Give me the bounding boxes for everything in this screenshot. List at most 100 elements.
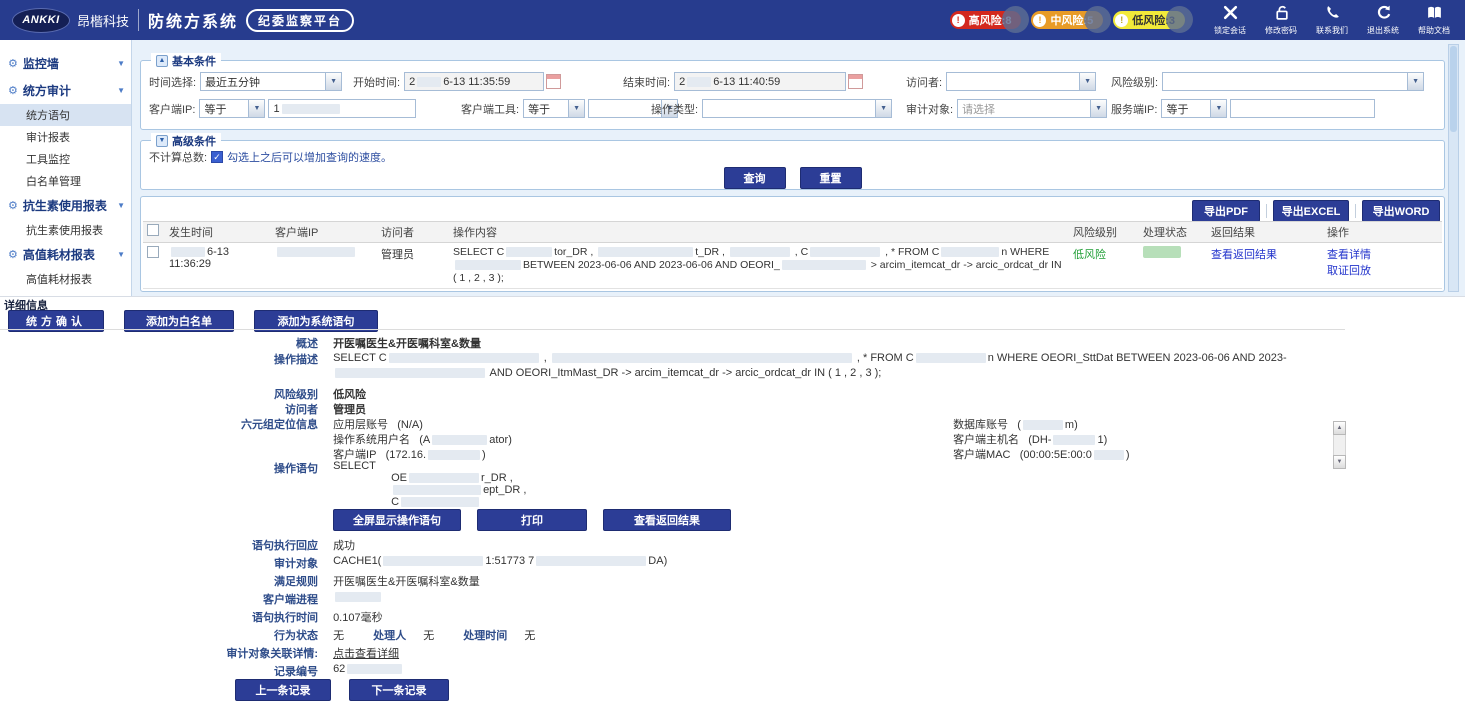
redaction xyxy=(389,353,539,363)
column-header-risk-level[interactable]: 风险级别 xyxy=(1069,222,1139,242)
sidebar-group-antibiotic-report[interactable]: ⚙ 抗生素使用报表 ▼ xyxy=(0,192,131,219)
redaction xyxy=(432,435,487,445)
chevron-down-icon: ▼ xyxy=(325,73,341,90)
sidebar-item-antibiotic-report[interactable]: 抗生素使用报表 xyxy=(0,219,131,241)
table-row[interactable]: 6-13 11:36:29 管理员 SELECT Ctor_DR , t_DR … xyxy=(143,243,1442,289)
exclamation-icon: ! xyxy=(1033,14,1046,27)
high-risk-badge[interactable]: ! 高风险:8 xyxy=(950,11,1022,29)
chevron-down-icon: ▼ xyxy=(1407,73,1423,90)
six-tuple-label: 六元组定位信息 xyxy=(0,416,330,432)
redaction xyxy=(730,247,790,257)
sidebar-item-consumables-report[interactable]: 高值耗材报表 xyxy=(0,268,131,290)
next-record-button[interactable]: 下一条记录 xyxy=(349,679,449,701)
column-header-status[interactable]: 处理状态 xyxy=(1139,222,1207,242)
sidebar-item-tool-monitor[interactable]: 工具监控 xyxy=(0,148,131,170)
row-client-ip xyxy=(271,243,377,288)
sidebar-group-monitor-wall[interactable]: ⚙ 监控墙 ▼ xyxy=(0,50,131,77)
collapse-icon[interactable]: ▼ xyxy=(156,135,168,147)
view-return-result-button[interactable]: 查看返回结果 xyxy=(603,509,731,531)
visitor-label: 访问者 xyxy=(0,401,330,417)
change-password-button[interactable]: 修改密码 xyxy=(1260,4,1302,36)
view-related-detail-link[interactable]: 点击查看详细 xyxy=(333,645,399,661)
redaction xyxy=(536,556,646,566)
os-user-value: (Aator) xyxy=(419,434,512,446)
chevron-down-icon: ▼ xyxy=(1210,100,1226,117)
time-select-dropdown[interactable]: 最近五分钟 ▼ xyxy=(200,72,342,91)
reset-button[interactable]: 重置 xyxy=(800,167,862,189)
contact-us-button[interactable]: 联系我们 xyxy=(1311,4,1353,36)
view-result-link[interactable]: 查看返回结果 xyxy=(1211,249,1277,261)
redaction xyxy=(810,247,880,257)
db-account-value: (m) xyxy=(1017,419,1078,431)
collapse-icon[interactable]: ▲ xyxy=(156,55,168,67)
query-button[interactable]: 查询 xyxy=(724,167,786,189)
gear-icon: ⚙ xyxy=(8,57,18,70)
db-account-label: 数据库账号 xyxy=(953,419,1008,431)
statement-scrollbar[interactable]: ▲ ▼ xyxy=(1333,421,1346,469)
row-sql-content: SELECT Ctor_DR , t_DR , , C , * FROM Cn … xyxy=(449,243,1069,288)
lock-session-button[interactable]: 锁定会话 xyxy=(1209,4,1251,36)
table-header-row: 发生时间 客户端IP 访问者 操作内容 风险级别 处理状态 返回结果 操作 xyxy=(143,221,1442,243)
scroll-up-icon[interactable]: ▲ xyxy=(1333,421,1346,435)
sidebar-group-consumables-report[interactable]: ⚙ 高值耗材报表 ▼ xyxy=(0,241,131,268)
print-button[interactable]: 打印 xyxy=(477,509,587,531)
chevron-down-icon: ▼ xyxy=(117,201,125,210)
column-header-time[interactable]: 发生时间 xyxy=(165,222,271,242)
exec-response-value: 成功 xyxy=(333,537,355,553)
end-time-input[interactable]: 26-13 11:40:59 xyxy=(674,72,846,91)
column-header-result[interactable]: 返回结果 xyxy=(1207,222,1323,242)
scroll-down-icon[interactable]: ▼ xyxy=(1333,455,1346,469)
export-pdf-button[interactable]: 导出PDF xyxy=(1192,200,1260,222)
server-ip-operator-dropdown[interactable]: 等于 ▼ xyxy=(1161,99,1227,118)
sidebar-group-tongfang-audit[interactable]: ⚙ 统方审计 ▼ xyxy=(0,77,131,104)
server-ip-input[interactable] xyxy=(1230,99,1375,118)
visitor-dropdown[interactable]: ▼ xyxy=(946,72,1096,91)
view-detail-link[interactable]: 查看详情 xyxy=(1327,246,1438,262)
start-time-input[interactable]: 26-13 11:35:59 xyxy=(404,72,544,91)
select-all-checkbox[interactable] xyxy=(147,224,159,236)
risk-level-dropdown[interactable]: ▼ xyxy=(1162,72,1424,91)
visitor-value: 管理员 xyxy=(333,401,366,417)
risk-level-value: 低风险 xyxy=(333,386,366,402)
row-checkbox[interactable] xyxy=(147,246,159,258)
client-tool-operator-dropdown[interactable]: 等于 ▼ xyxy=(523,99,585,118)
audit-object-dropdown[interactable]: 请选择 ▼ xyxy=(957,99,1107,118)
export-word-button[interactable]: 导出WORD xyxy=(1362,200,1440,222)
chevron-down-icon: ▼ xyxy=(117,250,125,259)
scrollbar-thumb[interactable] xyxy=(1450,46,1457,132)
fullscreen-statement-button[interactable]: 全屏显示操作语句 xyxy=(333,509,461,531)
column-header-visitor[interactable]: 访问者 xyxy=(377,222,449,242)
evidence-replay-link[interactable]: 取证回放 xyxy=(1327,262,1438,278)
previous-record-button[interactable]: 上一条记录 xyxy=(235,679,331,701)
medium-risk-badge[interactable]: ! 中风险:5 xyxy=(1031,11,1103,29)
scroll-track[interactable] xyxy=(1333,435,1346,455)
audit-object-label: 审计对象 xyxy=(0,555,330,571)
redaction xyxy=(428,450,480,460)
column-header-actions[interactable]: 操作 xyxy=(1323,222,1442,242)
no-count-checkbox[interactable]: ✓ xyxy=(211,151,223,163)
calendar-icon[interactable] xyxy=(848,74,863,89)
help-docs-button[interactable]: 帮助文档 xyxy=(1413,4,1455,36)
client-host-label: 客户端主机名 xyxy=(953,434,1019,446)
vertical-scrollbar[interactable] xyxy=(1448,44,1459,292)
logout-button[interactable]: 退出系统 xyxy=(1362,4,1404,36)
column-header-client-ip[interactable]: 客户端IP xyxy=(271,222,377,242)
redaction xyxy=(401,497,479,507)
column-header-operation[interactable]: 操作内容 xyxy=(449,222,1069,242)
export-excel-button[interactable]: 导出EXCEL xyxy=(1273,200,1349,222)
matched-rule-value: 开医嘱医生&开医嘱科室&数量 xyxy=(333,573,480,589)
redaction xyxy=(1084,6,1111,33)
sidebar-item-audit-reports[interactable]: 审计报表 xyxy=(0,126,131,148)
sidebar-item-tongfang-statements[interactable]: 统方语句 xyxy=(0,104,131,126)
audit-object-value: CACHE1(1:51773 7DA) xyxy=(333,555,667,567)
os-user-label: 操作系统用户名 xyxy=(333,434,410,446)
operation-type-combo[interactable]: ▼ xyxy=(702,99,892,118)
low-risk-badge[interactable]: ! 低风险:3 xyxy=(1113,11,1185,29)
sidebar-item-whitelist[interactable]: 白名单管理 xyxy=(0,170,131,192)
client-ip-input[interactable]: 1 xyxy=(268,99,416,118)
header-divider xyxy=(138,9,139,31)
calendar-icon[interactable] xyxy=(546,74,561,89)
redaction xyxy=(277,247,355,257)
client-ip-operator-dropdown[interactable]: 等于 ▼ xyxy=(199,99,265,118)
redaction xyxy=(1166,6,1193,33)
